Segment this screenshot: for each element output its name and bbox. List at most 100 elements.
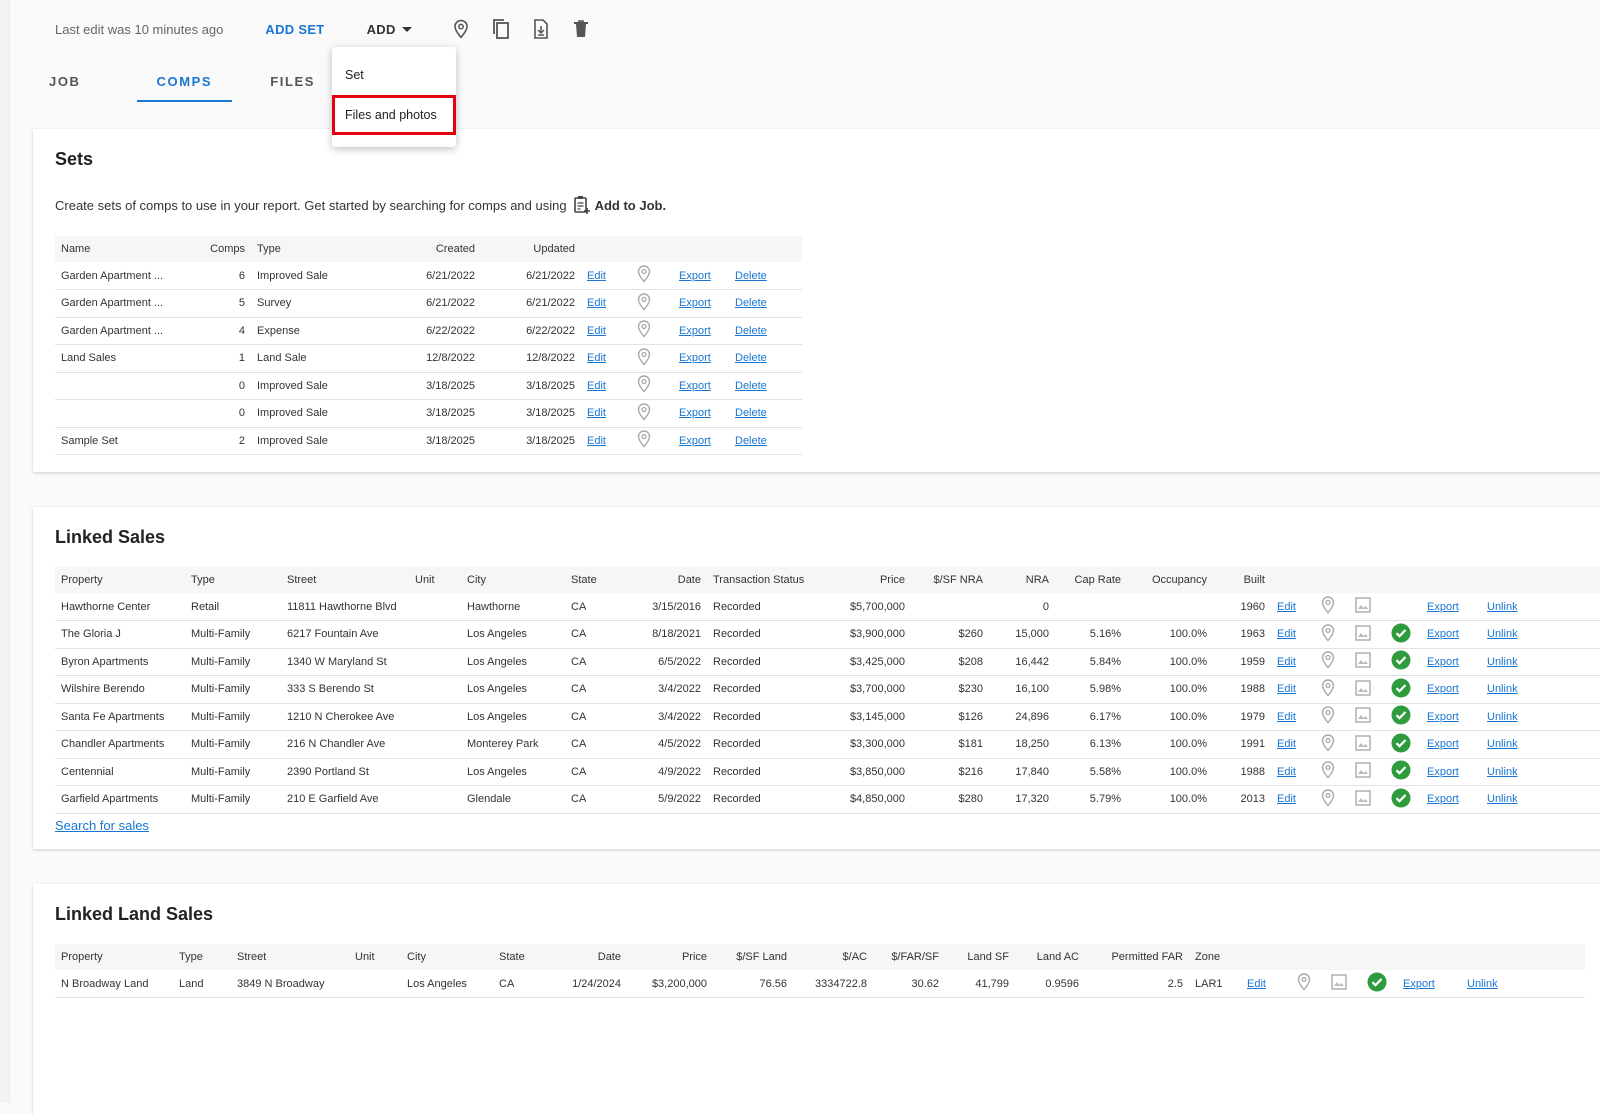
edit-link[interactable]: Edit bbox=[1277, 683, 1296, 695]
delete-link[interactable]: Delete bbox=[735, 325, 767, 337]
map-pin-icon[interactable] bbox=[1321, 651, 1335, 672]
edit-link[interactable]: Edit bbox=[1277, 711, 1296, 723]
cell-price: $3,200,000 bbox=[627, 970, 713, 998]
unlink-link[interactable]: Unlink bbox=[1487, 683, 1518, 695]
sets-title: Sets bbox=[55, 149, 94, 169]
cell-built: 1988 bbox=[1213, 758, 1271, 786]
edit-link[interactable]: Edit bbox=[587, 297, 606, 309]
file-download-icon[interactable] bbox=[530, 16, 552, 42]
export-link[interactable]: Export bbox=[679, 380, 711, 392]
export-link[interactable]: Export bbox=[1427, 683, 1459, 695]
photo-icon[interactable] bbox=[1355, 652, 1371, 671]
map-pin-icon[interactable] bbox=[1321, 761, 1335, 782]
edit-link[interactable]: Edit bbox=[1277, 738, 1296, 750]
edit-link[interactable]: Edit bbox=[1247, 978, 1266, 990]
map-pin-icon[interactable] bbox=[637, 320, 651, 341]
map-pin-icon[interactable] bbox=[637, 348, 651, 369]
map-pin-icon[interactable] bbox=[637, 293, 651, 314]
edit-link[interactable]: Edit bbox=[1277, 766, 1296, 778]
edit-link[interactable]: Edit bbox=[1277, 656, 1296, 668]
photo-icon[interactable] bbox=[1355, 762, 1371, 781]
photo-icon[interactable] bbox=[1331, 974, 1347, 993]
tab-job[interactable]: JOB bbox=[33, 60, 97, 102]
cell-comps: 6 bbox=[195, 262, 251, 290]
export-link[interactable]: Export bbox=[1427, 628, 1459, 640]
edit-link[interactable]: Edit bbox=[587, 435, 606, 447]
add-dropdown-button[interactable]: ADD bbox=[367, 22, 412, 37]
unlink-link[interactable]: Unlink bbox=[1487, 738, 1518, 750]
map-pin-icon[interactable] bbox=[1321, 706, 1335, 727]
photo-icon[interactable] bbox=[1355, 790, 1371, 809]
export-link[interactable]: Export bbox=[679, 325, 711, 337]
map-pin-icon[interactable] bbox=[637, 375, 651, 396]
cell-street: 6217 Fountain Ave bbox=[281, 620, 409, 649]
map-pin-icon[interactable] bbox=[1321, 734, 1335, 755]
unlink-link[interactable]: Unlink bbox=[1487, 628, 1518, 640]
export-link[interactable]: Export bbox=[679, 270, 711, 282]
photo-icon[interactable] bbox=[1355, 707, 1371, 726]
cell-nra: 15,000 bbox=[989, 620, 1055, 649]
cell-property: Garfield Apartments bbox=[55, 785, 185, 814]
map-pin-icon[interactable] bbox=[637, 403, 651, 424]
photo-icon[interactable] bbox=[1355, 680, 1371, 699]
unlink-link[interactable]: Unlink bbox=[1467, 978, 1498, 990]
edit-link[interactable]: Edit bbox=[587, 352, 606, 364]
edit-link[interactable]: Edit bbox=[587, 407, 606, 419]
unlink-link[interactable]: Unlink bbox=[1487, 711, 1518, 723]
export-link[interactable]: Export bbox=[1427, 601, 1459, 613]
map-pin-icon[interactable] bbox=[1297, 973, 1311, 994]
map-pin-icon[interactable] bbox=[1321, 789, 1335, 810]
export-link[interactable]: Export bbox=[1427, 793, 1459, 805]
cell-nra: 17,840 bbox=[989, 758, 1055, 786]
map-pin-icon[interactable] bbox=[1321, 624, 1335, 645]
copy-icon[interactable] bbox=[490, 16, 512, 42]
export-link[interactable]: Export bbox=[1427, 738, 1459, 750]
trash-icon[interactable] bbox=[570, 16, 592, 42]
verified-check-icon bbox=[1367, 972, 1387, 995]
map-pin-icon[interactable] bbox=[1321, 679, 1335, 700]
tab-comps[interactable]: COMPS bbox=[131, 60, 239, 102]
linked-land-sales-header-row: Property Type Street Unit City State Dat… bbox=[55, 944, 1585, 970]
photo-icon[interactable] bbox=[1355, 597, 1371, 616]
export-link[interactable]: Export bbox=[1403, 978, 1435, 990]
unlink-link[interactable]: Unlink bbox=[1487, 766, 1518, 778]
map-pin-icon[interactable] bbox=[637, 430, 651, 451]
cell-cap-rate: 5.58% bbox=[1055, 758, 1127, 786]
export-link[interactable]: Export bbox=[1427, 656, 1459, 668]
export-link[interactable]: Export bbox=[679, 352, 711, 364]
delete-link[interactable]: Delete bbox=[735, 270, 767, 282]
add-set-button[interactable]: ADD SET bbox=[265, 22, 324, 37]
delete-link[interactable]: Delete bbox=[735, 352, 767, 364]
cell-unit bbox=[409, 675, 461, 704]
map-pin-icon[interactable] bbox=[1321, 596, 1335, 617]
search-for-sales-link[interactable]: Search for sales bbox=[55, 818, 149, 833]
unlink-link[interactable]: Unlink bbox=[1487, 601, 1518, 613]
export-link[interactable]: Export bbox=[679, 297, 711, 309]
delete-link[interactable]: Delete bbox=[735, 407, 767, 419]
delete-link[interactable]: Delete bbox=[735, 297, 767, 309]
map-pin-icon[interactable] bbox=[450, 16, 472, 42]
edit-link[interactable]: Edit bbox=[587, 325, 606, 337]
menu-item-set[interactable]: Set bbox=[332, 55, 456, 95]
edit-link[interactable]: Edit bbox=[587, 380, 606, 392]
menu-item-files-and-photos[interactable]: Files and photos bbox=[332, 95, 456, 135]
unlink-link[interactable]: Unlink bbox=[1487, 656, 1518, 668]
photo-icon[interactable] bbox=[1355, 625, 1371, 644]
delete-link[interactable]: Delete bbox=[735, 435, 767, 447]
delete-link[interactable]: Delete bbox=[735, 380, 767, 392]
col-nra: NRA bbox=[989, 567, 1055, 593]
photo-icon[interactable] bbox=[1355, 735, 1371, 754]
export-link[interactable]: Export bbox=[679, 435, 711, 447]
cell-state: CA bbox=[565, 593, 625, 621]
edit-link[interactable]: Edit bbox=[587, 270, 606, 282]
table-row: 0 Improved Sale 3/18/2025 3/18/2025 Edit Expo… bbox=[55, 372, 802, 400]
edit-link[interactable]: Edit bbox=[1277, 628, 1296, 640]
export-link[interactable]: Export bbox=[679, 407, 711, 419]
map-pin-icon[interactable] bbox=[637, 265, 651, 286]
edit-link[interactable]: Edit bbox=[1277, 793, 1296, 805]
edit-link[interactable]: Edit bbox=[1277, 601, 1296, 613]
unlink-link[interactable]: Unlink bbox=[1487, 793, 1518, 805]
export-link[interactable]: Export bbox=[1427, 766, 1459, 778]
export-link[interactable]: Export bbox=[1427, 711, 1459, 723]
tab-files[interactable]: FILES bbox=[244, 60, 341, 102]
